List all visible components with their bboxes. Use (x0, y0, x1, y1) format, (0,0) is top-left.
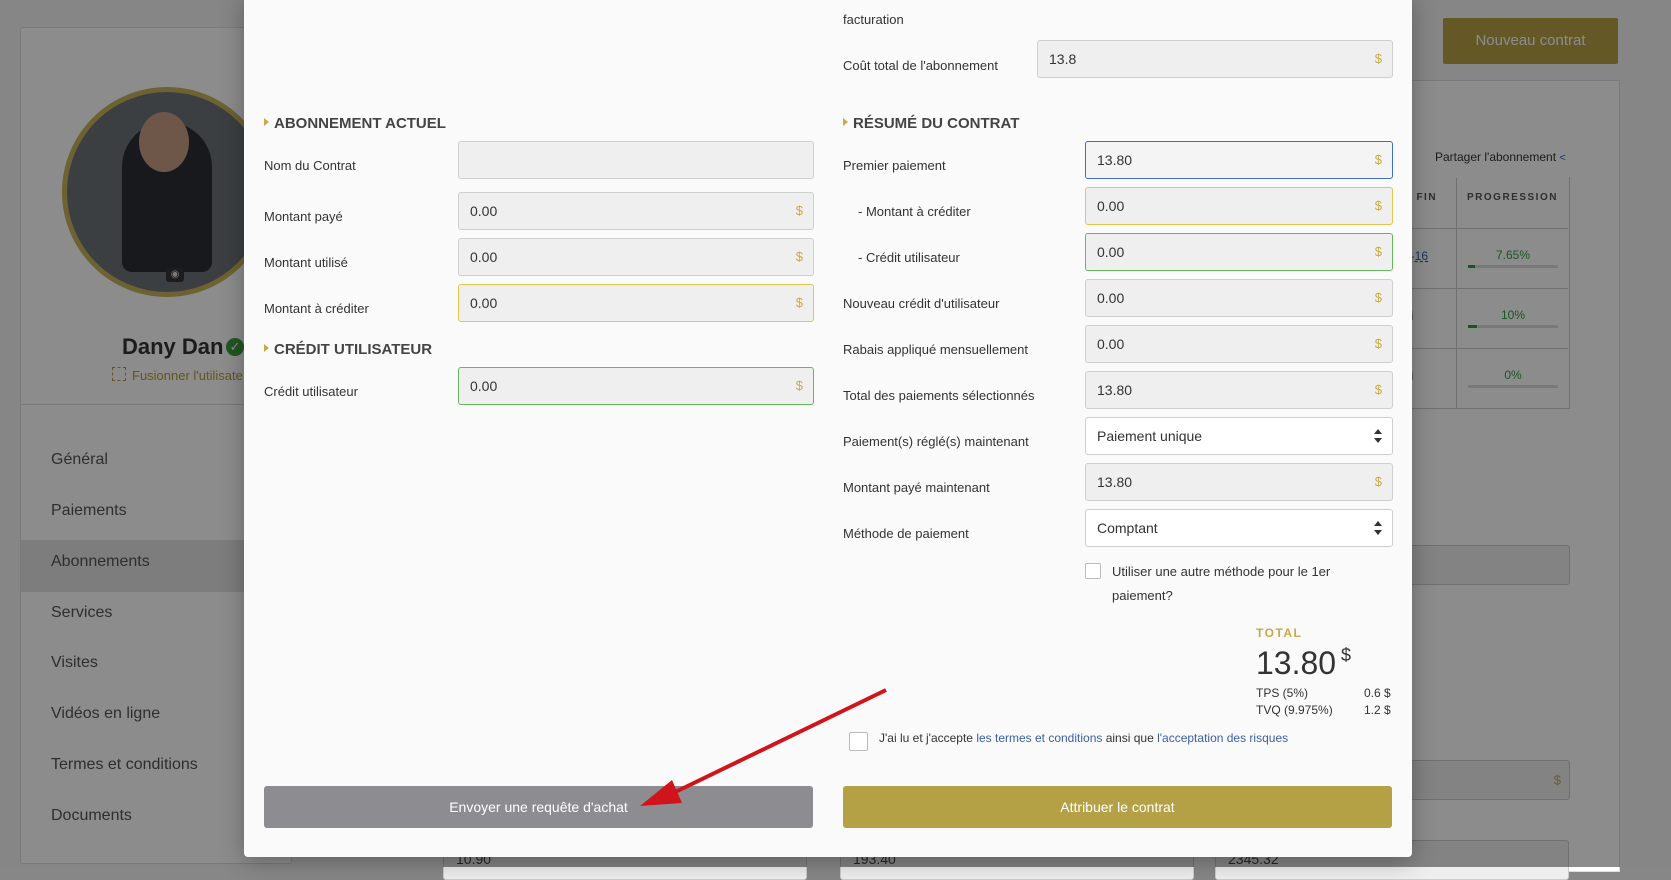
alt-method-label-line1: Utiliser une autre méthode pour le 1er (1112, 564, 1331, 579)
tax-tps-value: 0.6 $ (1364, 686, 1391, 700)
summary-user-credit-label: - Crédit utilisateur (858, 250, 960, 265)
terms-text: J'ai lu et j'accepte les termes et condi… (879, 731, 1288, 745)
new-user-credit-field[interactable]: 0.00 $ (1085, 279, 1393, 317)
selected-payments-total-value: 13.80 (1097, 382, 1133, 398)
contract-name-label: Nom du Contrat (264, 158, 356, 173)
tax-tvq-label: TVQ (9.975%) (1256, 703, 1333, 717)
payment-method-value: Comptant (1097, 520, 1158, 536)
monthly-discount-value: 0.00 (1097, 336, 1125, 352)
risk-acceptance-link[interactable]: l'acceptation des risques (1157, 731, 1288, 745)
total-label: TOTAL (1256, 626, 1303, 640)
amount-to-credit-value: 0.00 (470, 295, 498, 311)
dollar-icon: $ (1374, 198, 1382, 213)
contract-name-field[interactable] (458, 141, 814, 179)
tax-tps-label: TPS (5%) (1256, 686, 1309, 700)
caret-right-icon (843, 118, 848, 126)
caret-right-icon (264, 344, 269, 352)
payments-settled-now-label: Paiement(s) réglé(s) maintenant (843, 434, 1029, 449)
payment-method-label: Méthode de paiement (843, 526, 969, 541)
amount-paid-now-value: 13.80 (1097, 474, 1133, 490)
contract-summary-title-text: RÉSUMÉ DU CONTRAT (853, 115, 1020, 132)
amount-to-credit-field[interactable]: 0.00 $ (458, 284, 814, 322)
dollar-icon: $ (1374, 152, 1382, 167)
payments-settled-now-value: Paiement unique (1097, 428, 1203, 444)
select-arrows-icon (1374, 429, 1382, 443)
amount-paid-label: Montant payé (264, 209, 343, 224)
total-currency: $ (1341, 645, 1352, 665)
new-user-credit-value: 0.00 (1097, 290, 1125, 306)
billing-label: facturation (843, 12, 904, 27)
dollar-icon: $ (1374, 51, 1382, 66)
summary-user-credit-value: 0.00 (1097, 244, 1125, 260)
first-payment-value: 13.80 (1097, 152, 1133, 168)
user-credit-title-text: CRÉDIT UTILISATEUR (274, 341, 433, 358)
first-payment-field[interactable]: 13.80 $ (1085, 141, 1393, 179)
user-credit-value: 0.00 (470, 378, 498, 394)
amount-used-value: 0.00 (470, 249, 498, 265)
tax-tvq-value: 1.2 $ (1364, 703, 1391, 717)
first-payment-label: Premier paiement (843, 158, 946, 173)
dollar-icon: $ (1374, 474, 1382, 489)
dollar-icon: $ (1374, 382, 1382, 397)
total-cost-value: 13.8 (1049, 51, 1077, 67)
dollar-icon: $ (1374, 290, 1382, 305)
selected-payments-total-field[interactable]: 13.80 $ (1085, 371, 1393, 409)
dollar-icon: $ (795, 203, 803, 218)
payments-settled-now-select[interactable]: Paiement unique (1085, 417, 1393, 455)
amount-paid-now-field[interactable]: 13.80 $ (1085, 463, 1393, 501)
select-arrows-icon (1374, 521, 1382, 535)
total-cost-label: Coût total de l'abonnement (843, 58, 998, 73)
terms-middle: ainsi que (1102, 731, 1158, 745)
terms-checkbox[interactable] (849, 732, 868, 751)
assign-contract-button[interactable]: Attribuer le contrat (843, 786, 1392, 828)
selected-payments-total-label: Total des paiements sélectionnés (843, 388, 1035, 403)
user-credit-label: Crédit utilisateur (264, 384, 358, 399)
payment-method-select[interactable]: Comptant (1085, 509, 1393, 547)
amount-paid-field[interactable]: 0.00 $ (458, 192, 814, 230)
amount-to-credit-label: Montant à créditer (264, 301, 369, 316)
monthly-discount-field[interactable]: 0.00 $ (1085, 325, 1393, 363)
amount-paid-value: 0.00 (470, 203, 498, 219)
current-subscription-title: ABONNEMENT ACTUEL (264, 115, 446, 132)
monthly-discount-label: Rabais appliqué mensuellement (843, 342, 1029, 357)
alt-method-checkbox[interactable] (1085, 563, 1101, 579)
current-subscription-title-text: ABONNEMENT ACTUEL (274, 115, 446, 132)
caret-right-icon (264, 118, 269, 126)
terms-conditions-link[interactable]: les termes et conditions (976, 731, 1102, 745)
dollar-icon: $ (1374, 244, 1382, 259)
amount-paid-now-label: Montant payé maintenant (843, 480, 990, 495)
dollar-icon: $ (795, 378, 803, 393)
summary-amount-to-credit-label: - Montant à créditer (858, 204, 971, 219)
new-user-credit-label: Nouveau crédit d'utilisateur (843, 296, 1000, 311)
summary-user-credit-field[interactable]: 0.00 $ (1085, 233, 1393, 271)
dollar-icon: $ (795, 249, 803, 264)
amount-used-field[interactable]: 0.00 $ (458, 238, 814, 276)
alt-method-label-line2: paiement? (1112, 588, 1173, 603)
total-cost-field[interactable]: 13.8 $ (1037, 40, 1393, 78)
amount-used-label: Montant utilisé (264, 255, 348, 270)
dollar-icon: $ (1374, 336, 1382, 351)
user-credit-field[interactable]: 0.00 $ (458, 367, 814, 405)
total-amount: 13.80 (1256, 645, 1337, 681)
summary-amount-to-credit-field[interactable]: 0.00 $ (1085, 187, 1393, 225)
terms-prefix: J'ai lu et j'accepte (879, 731, 977, 745)
contract-summary-title: RÉSUMÉ DU CONTRAT (843, 115, 1019, 132)
send-purchase-request-button[interactable]: Envoyer une requête d'achat (264, 786, 813, 828)
summary-amount-to-credit-value: 0.00 (1097, 198, 1125, 214)
dollar-icon: $ (795, 295, 803, 310)
user-credit-title: CRÉDIT UTILISATEUR (264, 341, 432, 358)
